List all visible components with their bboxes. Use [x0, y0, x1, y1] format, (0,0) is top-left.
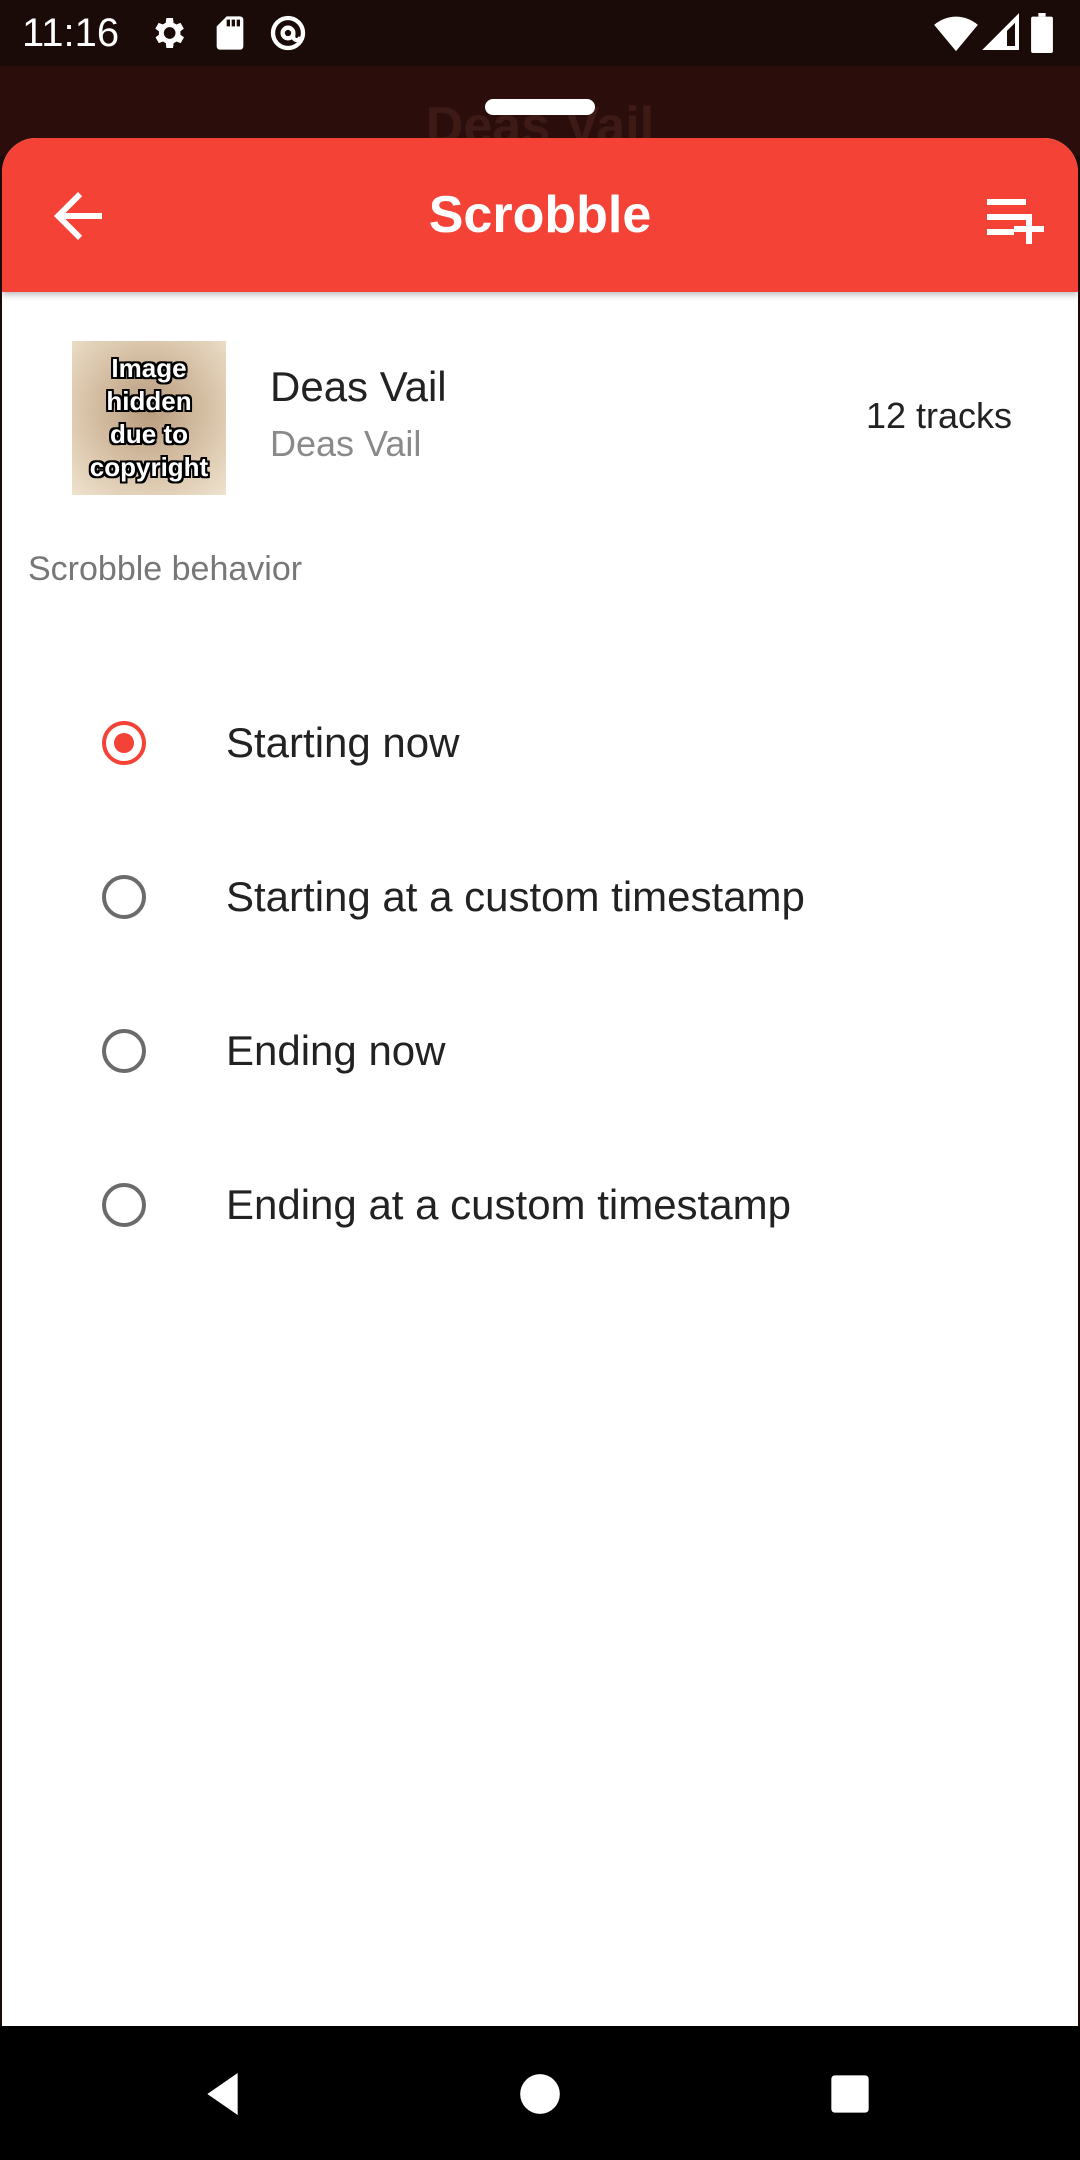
radio-selected-icon[interactable] — [102, 721, 146, 765]
option-label: Ending at a custom timestamp — [226, 1181, 791, 1228]
at-sign-icon — [268, 13, 308, 53]
battery-icon — [1030, 13, 1054, 53]
sd-card-icon — [210, 13, 250, 53]
radio-unselected-icon[interactable] — [102, 1183, 146, 1227]
wifi-icon — [934, 13, 978, 53]
option-starting-custom[interactable]: Starting at a custom timestamp — [2, 820, 1078, 974]
status-bar: 11:16 — [0, 0, 1080, 66]
signal-icon — [982, 13, 1022, 53]
scrobble-sheet: Scrobble Image hidden due to copyright D… — [2, 138, 1078, 2026]
section-label: Scrobble behavior — [28, 550, 303, 588]
back-triangle-icon[interactable] — [198, 2066, 254, 2122]
sheet-drag-handle[interactable] — [485, 99, 595, 115]
album-title: Deas Vail — [270, 363, 447, 410]
navigation-bar — [0, 2026, 1080, 2160]
option-ending-custom[interactable]: Ending at a custom timestamp — [2, 1128, 1078, 1282]
page-title: Scrobble — [428, 186, 652, 244]
option-starting-now[interactable]: Starting now — [2, 666, 1078, 820]
album-art-label: Image hidden due to copyright — [89, 353, 209, 482]
playlist-add-icon[interactable] — [978, 184, 1050, 256]
option-label: Starting now — [226, 719, 460, 766]
radio-unselected-icon[interactable] — [102, 875, 146, 919]
app-bar: Scrobble — [2, 138, 1078, 292]
option-ending-now[interactable]: Ending now — [2, 974, 1078, 1128]
album-art: Image hidden due to copyright — [72, 341, 226, 495]
status-time: 11:16 — [22, 11, 120, 55]
album-artist: Deas Vail — [270, 423, 422, 464]
radio-unselected-icon[interactable] — [102, 1029, 146, 1073]
settings-icon — [148, 13, 188, 53]
option-label: Starting at a custom timestamp — [226, 873, 805, 920]
track-count: 12 tracks — [865, 395, 1012, 436]
home-circle-icon[interactable] — [512, 2066, 568, 2122]
option-label: Ending now — [226, 1027, 446, 1074]
recents-square-icon[interactable] — [822, 2066, 878, 2122]
